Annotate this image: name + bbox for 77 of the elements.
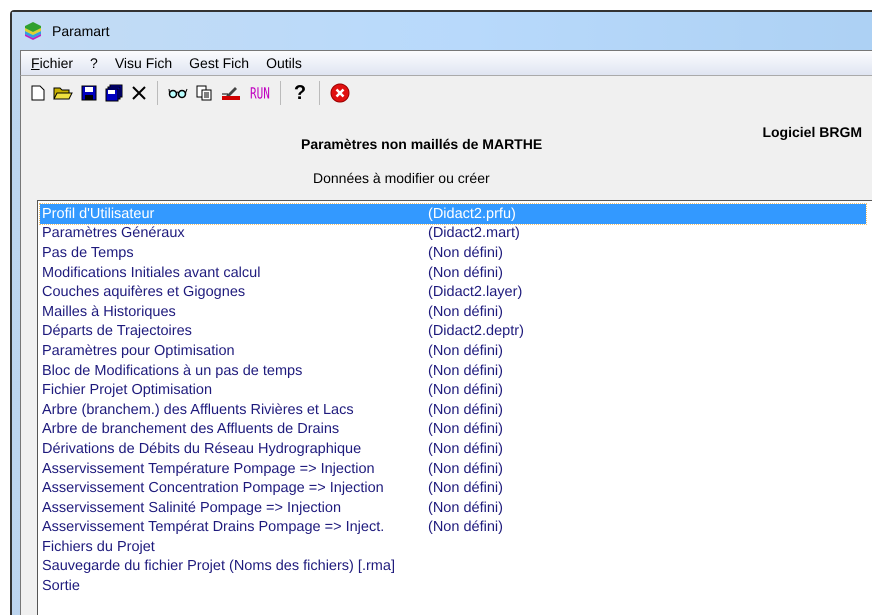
item-name: Asservissement Concentration Pompage => Injection xyxy=(42,480,385,496)
item-file: (Non défini) xyxy=(428,382,503,398)
subtitle: Données à modifier ou créer xyxy=(313,170,491,186)
brand-label: Logiciel BRGM xyxy=(762,124,862,140)
list-item[interactable]: Modifications Initiales avant calcul (Non défini) xyxy=(40,262,866,282)
form-title: Paramètres non maillés de MARTHE xyxy=(301,136,542,152)
glasses-icon[interactable] xyxy=(168,87,188,99)
list-item[interactable]: Fichiers du Projet xyxy=(40,537,866,557)
folder-icon[interactable] xyxy=(53,85,73,101)
item-file: (Non défini) xyxy=(428,500,503,516)
close-icon[interactable] xyxy=(330,83,350,103)
item-name: Profil d'Utilisateur xyxy=(42,206,156,222)
list-item[interactable]: Départs de Trajectoires (Didact2.deptr) xyxy=(40,322,866,342)
new-file-icon[interactable] xyxy=(31,85,45,101)
list-item[interactable]: Paramètres pour Optimisation (Non défini) xyxy=(40,341,866,361)
save-all-icon[interactable] xyxy=(105,84,123,102)
menu-item[interactable]: Fichier xyxy=(31,55,74,71)
item-file: (Non défini) xyxy=(428,362,503,379)
item-name: Asservissement Température Pompage => Injection xyxy=(42,460,376,477)
item-file: (Non défini) xyxy=(428,519,503,536)
item-name: Arbre (branchem.) des Affluents Rivières et Lacs xyxy=(42,402,355,418)
item-name: Pas de Temps xyxy=(42,244,135,261)
item-name: Fichier Projet Optimisation xyxy=(42,382,214,398)
item-name: Arbre de branchement des Affluents de Drains xyxy=(42,421,340,438)
list-item[interactable]: Sauvegarde du fichier Projet (Noms des fichiers) [.rma] xyxy=(40,556,866,576)
list-item[interactable]: Couches aquifères et Gigognes (Didact2.layer) xyxy=(40,282,866,302)
list-item[interactable]: Pas de Temps (Non défini) xyxy=(40,243,866,263)
item-file: (Didact2.layer) xyxy=(428,284,522,300)
item-name: Fichiers du Projet xyxy=(42,538,156,555)
item-file: (Non défini) xyxy=(428,460,503,477)
menu-item[interactable]: Outils xyxy=(266,55,302,71)
copy-icon[interactable] xyxy=(196,85,212,101)
list-item[interactable]: Fichier Projet Optimisation (Non défini) xyxy=(40,380,866,400)
menu-item[interactable]: Gest Fich xyxy=(189,55,250,71)
run-button[interactable]: RUN xyxy=(250,84,270,102)
item-file: (Non défini) xyxy=(428,264,503,281)
item-file: (Non défini) xyxy=(428,342,503,359)
item-name: Sauvegarde du fichier Projet (Noms des fichiers) [.rma] xyxy=(42,558,396,574)
item-name: Bloc de Modifications à un pas de temps xyxy=(42,362,304,379)
item-name: Paramètres Généraux xyxy=(42,225,186,242)
item-name: Asservissement Températ Drains Pompage => Inject. xyxy=(42,519,386,536)
list-item[interactable]: Bloc de Modifications à un pas de temps (Non défini) xyxy=(40,360,866,380)
item-file: (Non défini) xyxy=(428,421,503,438)
delete-icon[interactable] xyxy=(131,85,147,101)
list-item[interactable]: Arbre de branchement des Affluents de Drains (Non défini) xyxy=(40,420,866,440)
item-name: Modifications Initiales avant calcul xyxy=(42,264,262,281)
item-name: Dérivations de Débits du Réseau Hydrographique xyxy=(42,440,362,457)
item-name: Départs de Trajectoires xyxy=(42,323,193,340)
list-item[interactable]: Asservissement Salinité Pompage => Injection (Non défini) xyxy=(40,498,866,518)
list-item[interactable]: Dérivations de Débits du Réseau Hydrographique (Non défini) xyxy=(40,439,866,459)
item-file: (Didact2.prfu) xyxy=(428,206,516,222)
item-file: (Didact2.deptr) xyxy=(428,323,524,340)
item-file: (Non défini) xyxy=(428,402,503,418)
list-item[interactable]: Mailles à Historiques (Non défini) xyxy=(40,302,866,322)
window-title: Paramart xyxy=(52,23,110,39)
item-file: (Non défini) xyxy=(428,304,503,320)
list-item[interactable]: Asservissement Température Pompage => Injection (Non défini) xyxy=(40,458,866,478)
layers-icon xyxy=(24,22,42,40)
item-file: (Didact2.mart) xyxy=(428,225,520,242)
list-item[interactable]: Asservissement Concentration Pompage => Injection (Non défini) xyxy=(40,478,866,498)
item-file: (Non défini) xyxy=(428,440,503,457)
item-name: Mailles à Historiques xyxy=(42,304,177,320)
item-name: Couches aquifères et Gigognes xyxy=(42,284,246,300)
list-item[interactable]: Paramètres Généraux (Didact2.mart) xyxy=(40,224,866,244)
list-item[interactable]: Sortie xyxy=(40,576,866,596)
item-name: Paramètres pour Optimisation xyxy=(42,342,236,359)
item-name: Sortie xyxy=(42,578,81,594)
save-icon[interactable] xyxy=(81,85,97,101)
item-name: Asservissement Salinité Pompage => Injection xyxy=(42,500,342,516)
pen-icon[interactable] xyxy=(220,85,242,101)
help-button[interactable]: ? xyxy=(290,82,310,104)
list-item[interactable]: Arbre (branchem.) des Affluents Rivières et Lacs (Non défini) xyxy=(40,400,866,420)
item-file: (Non défini) xyxy=(428,480,503,496)
menu-item[interactable]: ? xyxy=(90,55,98,71)
item-file: (Non défini) xyxy=(428,244,503,261)
menu-item[interactable]: Visu Fich xyxy=(114,55,172,71)
list-item[interactable]: Asservissement Températ Drains Pompage => Inject. (Non défini) xyxy=(40,518,866,538)
